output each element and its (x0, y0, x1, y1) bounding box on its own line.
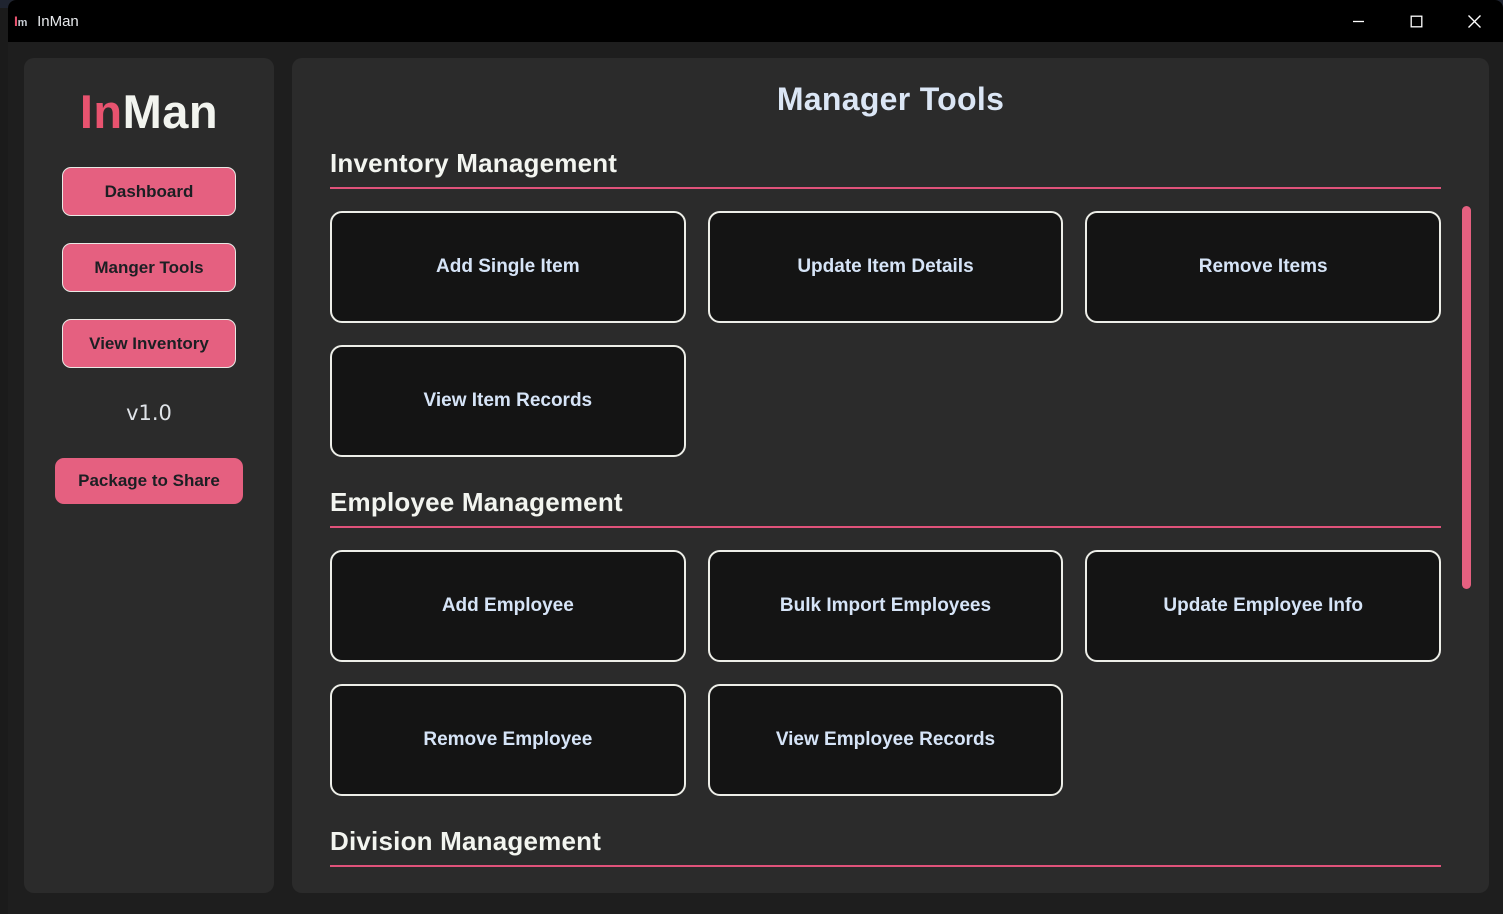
section-divider (330, 187, 1441, 189)
card-update-employee-info[interactable]: Update Employee Info (1085, 550, 1441, 662)
section-title: Division Management (330, 826, 602, 856)
card-remove-employee[interactable]: Remove Employee (330, 684, 686, 796)
close-button[interactable] (1445, 0, 1503, 42)
close-icon (1467, 14, 1481, 28)
application-window: Im InMan InMan Dashboard Manger Tools Vi… (8, 0, 1503, 914)
window-body: InMan Dashboard Manger Tools View Invent… (8, 42, 1503, 914)
card-grid: Add Single Item Update Item Details Remo… (330, 211, 1441, 457)
maximize-icon (1410, 15, 1422, 27)
sidebar-logo-primary: In (79, 85, 123, 138)
page-title: Manager Tools (776, 81, 1005, 117)
card-view-item-records[interactable]: View Item Records (330, 345, 686, 457)
sidebar-logo-secondary: Man (122, 85, 219, 138)
sidebar: InMan Dashboard Manger Tools View Invent… (24, 58, 274, 893)
minimize-button[interactable] (1329, 0, 1387, 42)
section-title: Employee Management (330, 487, 623, 517)
window-controls (1329, 0, 1503, 42)
card-view-employee-records[interactable]: View Employee Records (707, 684, 1064, 796)
sidebar-item-manager-tools[interactable]: Manger Tools (62, 243, 236, 292)
section-employee-management: Employee Management Add Employee Bulk Im… (330, 487, 1441, 796)
window-title: InMan (37, 12, 79, 30)
sidebar-logo: InMan (80, 88, 218, 135)
section-divider (330, 865, 1441, 867)
card-remove-items[interactable]: Remove Items (1085, 211, 1441, 323)
section-divider (330, 526, 1441, 528)
vertical-scrollbar[interactable] (1462, 144, 1474, 884)
version-label: v1.0 (126, 401, 172, 425)
scroll-region: Inventory Management Add Single Item Upd… (292, 132, 1489, 893)
sidebar-item-view-inventory[interactable]: View Inventory (62, 319, 236, 368)
app-logo-icon-secondary: m (17, 17, 28, 29)
section-division-management: Division Management (330, 826, 1441, 867)
app-logo-icon: Im (14, 13, 27, 29)
sidebar-item-dashboard[interactable]: Dashboard (62, 167, 236, 216)
card-add-single-item[interactable]: Add Single Item (330, 211, 686, 323)
maximize-button[interactable] (1387, 0, 1445, 42)
minimize-icon (1352, 20, 1364, 22)
card-grid: Add Employee Bulk Import Employees Updat… (330, 550, 1441, 796)
title-bar[interactable]: Im InMan (8, 0, 1503, 42)
main-panel: Manager Tools Inventory Management Add S… (292, 58, 1489, 893)
package-to-share-button[interactable]: Package to Share (55, 458, 243, 504)
card-update-item-details[interactable]: Update Item Details (707, 211, 1064, 323)
card-bulk-import-employees[interactable]: Bulk Import Employees (707, 550, 1064, 662)
card-add-employee[interactable]: Add Employee (330, 550, 686, 662)
section-inventory-management: Inventory Management Add Single Item Upd… (330, 148, 1441, 457)
scrollbar-thumb[interactable] (1462, 206, 1471, 589)
section-title: Inventory Management (330, 148, 618, 178)
